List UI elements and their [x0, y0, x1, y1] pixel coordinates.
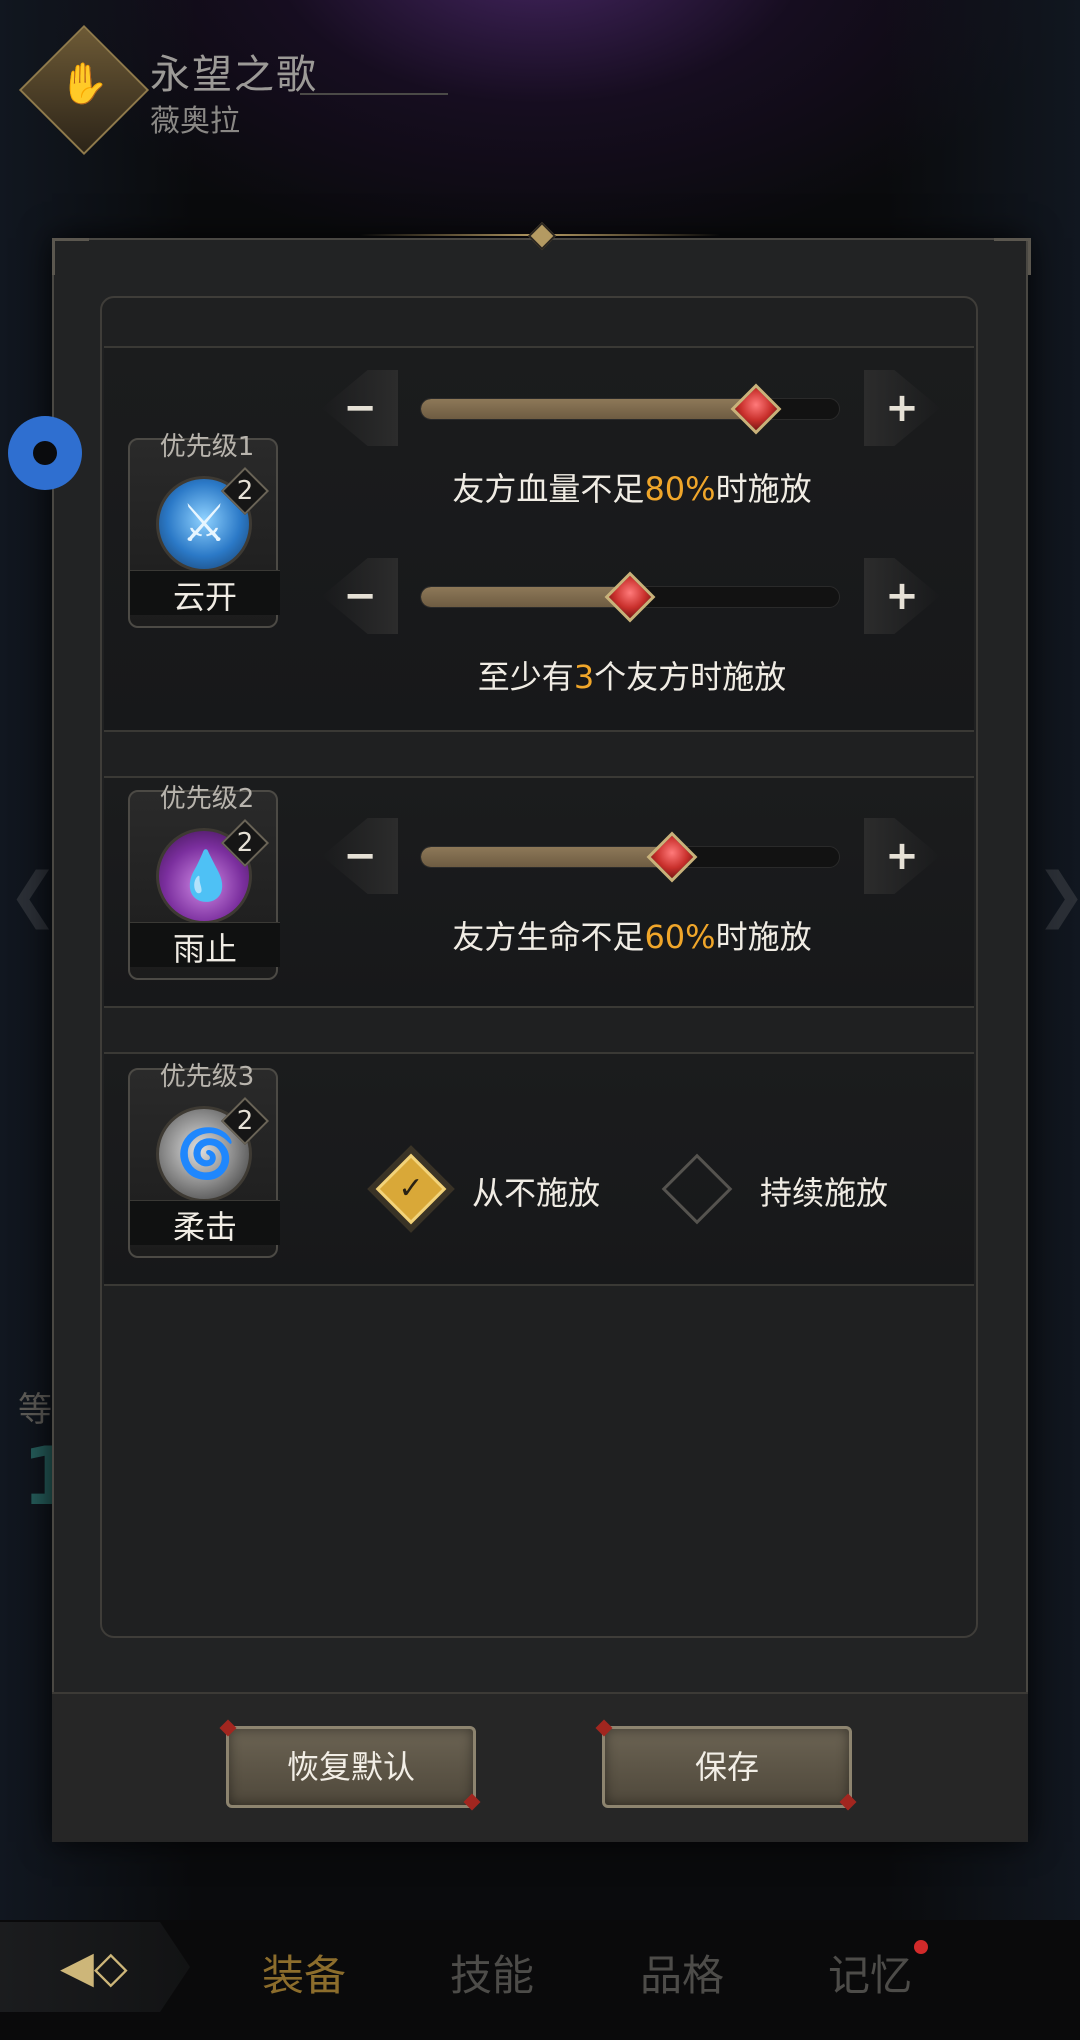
background-level-label: 等 — [18, 1390, 52, 1430]
tab-memory[interactable]: 记忆 — [828, 1942, 912, 2003]
right-page-arrow-icon: ❯ — [1036, 860, 1080, 930]
condition-value: 60% — [644, 918, 716, 956]
title-underline — [300, 93, 448, 95]
skill-level-number: 2 — [236, 828, 254, 858]
priority-label: 优先级3 — [159, 1062, 255, 1092]
skill-name: 柔击 — [172, 1208, 237, 1246]
never-cast-label: 从不施放 — [472, 1174, 601, 1212]
save-button[interactable]: 保存 — [602, 1726, 852, 1808]
minus-icon: − — [343, 833, 377, 879]
skill-level-number: 2 — [236, 1106, 254, 1136]
priority-label: 优先级1 — [159, 432, 255, 462]
diamond-back-icon: ◀◇ — [60, 1942, 128, 1993]
condition-value: 3 — [573, 658, 595, 696]
slider-fill — [421, 847, 672, 867]
slider-fill — [421, 399, 756, 419]
notification-dot — [914, 1940, 928, 1954]
skill-name: 雨止 — [172, 930, 237, 968]
skill-name: 云开 — [172, 578, 237, 616]
condition-suffix: 个友方时施放 — [594, 658, 787, 696]
slider-track[interactable] — [420, 846, 840, 868]
skill-level-number: 2 — [236, 476, 254, 506]
priority-label: 优先级2 — [159, 784, 255, 814]
condition-prefix: 友方生命不足 — [452, 918, 645, 956]
tab-equipment[interactable]: 装备 — [262, 1942, 346, 2003]
condition-suffix: 时施放 — [715, 918, 812, 956]
always-cast-label: 持续施放 — [760, 1174, 889, 1212]
plus-icon: + — [885, 385, 919, 431]
reset-default-button[interactable]: 恢复默认 — [226, 1726, 476, 1808]
corner-ornament — [52, 238, 89, 275]
assist-ring-center — [33, 441, 57, 465]
condition-value: 80% — [644, 470, 716, 508]
minus-icon: − — [343, 385, 377, 431]
condition-suffix: 时施放 — [715, 470, 812, 508]
hand-icon: ✋ — [59, 61, 109, 107]
tab-character[interactable]: 品格 — [640, 1942, 724, 2003]
condition-prefix: 友方血量不足 — [452, 470, 645, 508]
check-icon: ✓ — [398, 1171, 424, 1206]
character-title: 永望之歌 — [150, 52, 318, 98]
plus-icon: + — [885, 833, 919, 879]
character-name: 薇奥拉 — [150, 104, 240, 139]
corner-ornament — [994, 238, 1031, 275]
left-page-arrow-icon: ❮ — [8, 860, 59, 930]
tab-skills[interactable]: 技能 — [450, 1942, 534, 2003]
whirlwind-icon: 🌀 — [176, 1126, 236, 1182]
dialog-footer — [52, 1692, 1028, 1842]
slider-fill — [421, 587, 630, 607]
minus-icon: − — [343, 573, 377, 619]
condition-text: 友方血量不足80%时施放 — [320, 464, 944, 510]
condition-prefix: 至少有 — [477, 658, 574, 696]
condition-text: 至少有3个友方时施放 — [320, 652, 944, 698]
plus-icon: + — [885, 573, 919, 619]
droplet-icon: 💧 — [176, 848, 236, 904]
condition-text: 友方生命不足60%时施放 — [320, 912, 944, 958]
sword-icon: ⚔ — [180, 494, 228, 554]
